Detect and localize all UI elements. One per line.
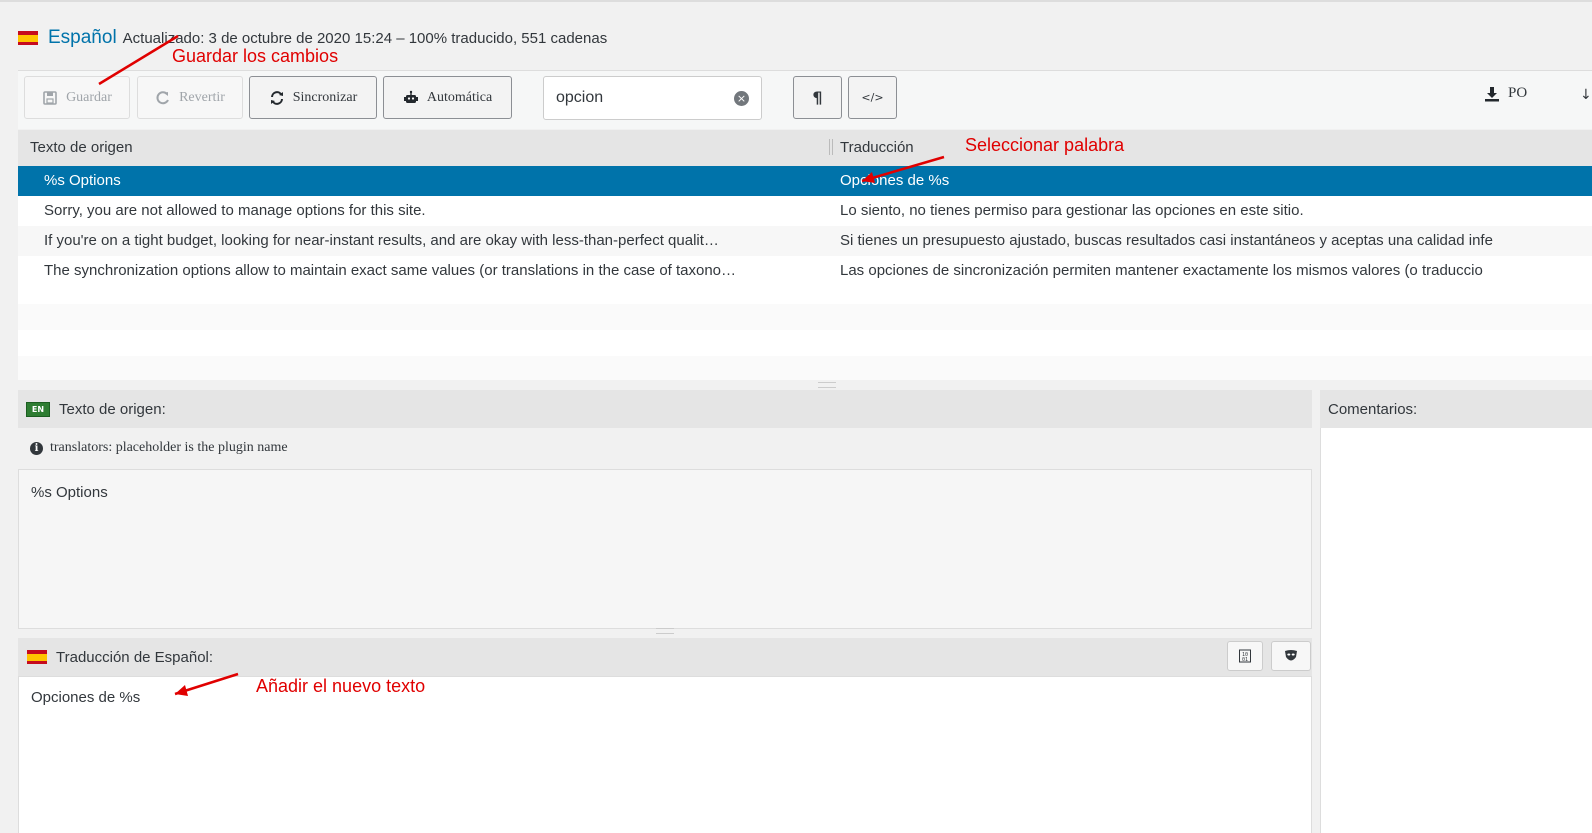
code-icon: </> [861,91,884,104]
source-panel-header: EN Texto de origen: [18,390,1312,428]
row-source-cell: If you're on a tight budget, looking for… [44,232,719,249]
revert-label: Revertir [179,89,225,105]
empty-row [18,286,1592,304]
annotation-add: Añadir el nuevo texto [256,676,426,696]
table-row[interactable]: Sorry, you are not allowed to manage opt… [18,196,1592,226]
undo-icon [156,90,169,104]
revert-button[interactable]: Revertir [137,76,243,119]
spain-flag-icon [18,31,38,45]
translation-status: Actualizado: 3 de octubre de 2020 15:24 … [122,29,608,47]
column-translation-header[interactable]: Traducción [840,139,914,156]
column-source-header[interactable]: Texto de origen [30,139,133,156]
row-source-cell: %s Options [44,172,121,189]
vertical-separator[interactable] [1313,390,1319,833]
translation-textarea[interactable]: Opciones de %s [19,677,1311,833]
sync-label: Sincronizar [292,89,358,105]
column-resizer[interactable] [829,139,833,155]
robot-icon [403,90,418,103]
copy-source-button[interactable]: 10 01 [1227,641,1263,671]
empty-row [18,356,1592,380]
row-translation-cell: Las opciones de sincronización permiten … [840,262,1483,279]
save-button[interactable]: Guardar [24,76,130,119]
floppy-disk-icon [43,90,57,105]
info-icon: i [30,441,43,455]
translator-note-text: translators: placeholder is the plugin n… [50,440,288,455]
pilcrow-icon: ¶ [812,88,823,107]
invisibles-toggle-button[interactable]: ¶ [793,76,842,119]
download-po-button[interactable]: PO [1484,85,1527,102]
po-label: PO [1508,85,1528,101]
search-box: × [543,76,762,120]
search-input[interactable] [556,89,726,107]
editor-toolbar: Guardar Revertir Sincronizar Automática … [18,70,1592,129]
grid-header: Texto de origen Traducción [18,130,1592,166]
sync-button[interactable]: Sincronizar [249,76,377,119]
row-source-cell: Sorry, you are not allowed to manage opt… [44,202,426,219]
english-flag-icon: EN [26,401,50,417]
code-view-toggle-button[interactable]: </> [848,76,897,119]
more-download-icon[interactable]: ↓ [1580,87,1592,103]
download-icon [1485,86,1499,101]
annotation-select: Seleccionar palabra [965,135,1125,155]
translation-editor: Opciones de %s [18,676,1312,833]
clear-search-icon[interactable]: × [734,91,749,106]
top-border [0,0,1592,2]
source-panel-title: Texto de origen: [59,400,166,418]
table-row[interactable]: %s Options Opciones de %s [18,166,1592,196]
annotation-save: Guardar los cambios [172,46,339,66]
language-title[interactable]: Español [48,27,117,49]
auto-translate-label: Automática [426,89,493,105]
comments-box[interactable] [1320,428,1592,833]
panel-resize-handle[interactable] [656,628,674,634]
save-label: Guardar [66,89,112,105]
fuzzy-toggle-button[interactable] [1271,641,1311,671]
row-translation-cell: Lo siento, no tienes permiso para gestio… [840,202,1304,219]
translation-panel-header: Traducción de Español: 10 01 [18,638,1312,676]
comments-panel-title: Comentarios: [1328,400,1418,418]
table-row[interactable]: If you're on a tight budget, looking for… [18,226,1592,256]
empty-row [18,330,1592,356]
row-translation-cell: Si tienes un presupuesto ajustado, busca… [840,232,1493,249]
translation-panel-title: Traducción de Español: [56,648,214,666]
row-source-cell: The synchronization options allow to mai… [44,262,737,279]
binary-icon: 1001 [1239,649,1251,663]
table-row[interactable]: The synchronization options allow to mai… [18,256,1592,286]
comments-panel-header: Comentarios: [1320,390,1592,428]
svg-text:01: 01 [1242,657,1248,663]
translator-note: i translators: placeholder is the plugin… [18,428,1312,468]
refresh-icon [270,90,283,105]
row-translation-cell: Opciones de %s [840,172,950,189]
source-text-box: %s Options [18,469,1312,629]
source-text: %s Options [31,484,108,501]
empty-row [18,304,1592,330]
grid-resize-handle[interactable] [818,382,836,388]
mask-icon [1285,650,1297,661]
spain-flag-icon [27,650,47,664]
strings-grid: Texto de origen Traducción %s Options Op… [18,130,1592,380]
auto-translate-button[interactable]: Automática [383,76,512,119]
